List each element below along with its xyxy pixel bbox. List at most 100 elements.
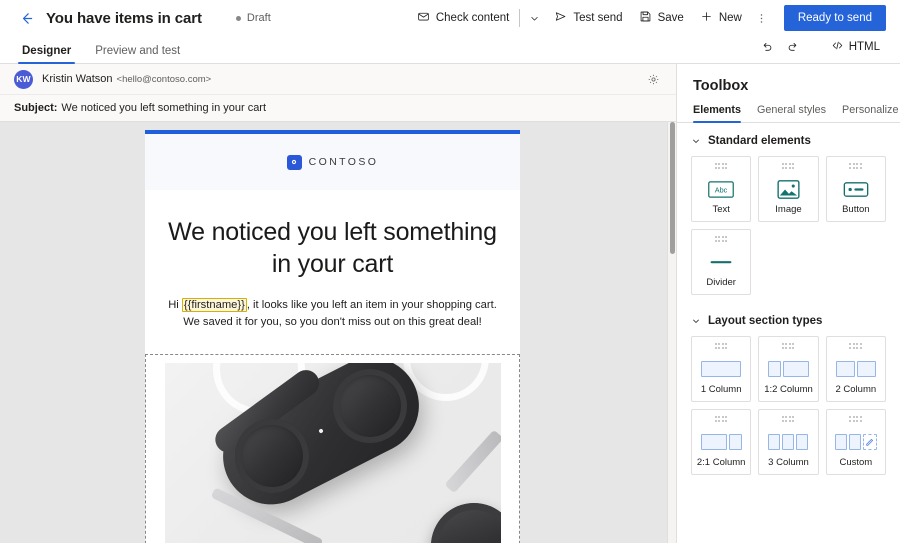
layout-card-3-column-label: 3 Column <box>768 456 809 468</box>
email-paragraph: Hi {{firstname}}, it looks like you left… <box>167 297 498 331</box>
test-send-label: Test send <box>573 12 623 24</box>
email-heading: We noticed you left something in your ca… <box>168 218 497 278</box>
drag-handle-icon[interactable] <box>781 416 795 422</box>
command-buttons: Check content Test send Save New Ready t… <box>409 4 886 32</box>
drag-handle-icon[interactable] <box>714 163 728 169</box>
new-button[interactable]: New <box>692 4 750 32</box>
plus-icon <box>700 10 713 26</box>
divider-icon <box>708 247 734 278</box>
product-image[interactable] <box>164 363 501 543</box>
tab-preview-and-test[interactable]: Preview and test <box>93 45 182 63</box>
status-dot-icon <box>235 15 241 21</box>
canvas-scrollbar-thumb[interactable] <box>670 122 675 254</box>
sender-name: Kristin Watson <box>42 73 113 85</box>
workspace: KW Kristin Watson <hello@contoso.com> Su… <box>0 64 900 543</box>
tab-personalize-label: Personalize <box>842 104 899 116</box>
toolbox-tabs: Elements General styles Personalize <box>677 104 900 123</box>
redo-icon[interactable] <box>781 34 805 60</box>
drag-handle-icon[interactable] <box>849 163 862 169</box>
email-designer-app: You have items in cart Draft Check conte… <box>0 0 900 543</box>
element-card-button[interactable]: Button <box>825 156 886 222</box>
tab-general-styles[interactable]: General styles <box>757 104 826 122</box>
element-card-button-label: Button <box>842 203 870 215</box>
top-command-bar: You have items in cart Draft Check conte… <box>0 0 900 36</box>
avatar: KW <box>14 69 33 89</box>
status-badge: Draft <box>235 12 271 24</box>
personalization-token[interactable]: {{firstname}} <box>181 298 247 312</box>
email-image-section[interactable] <box>145 354 520 543</box>
code-icon <box>831 39 844 55</box>
element-card-image[interactable]: Image <box>758 156 819 222</box>
standard-elements-section: Standard elements Abc Text Image Button … <box>677 123 900 295</box>
drag-handle-icon[interactable] <box>849 416 862 422</box>
chevron-down-icon <box>691 136 701 146</box>
save-button[interactable]: Save <box>631 4 692 32</box>
html-view-button[interactable]: HTML <box>825 37 886 57</box>
drag-handle-icon[interactable] <box>781 343 795 349</box>
layout-card-1-column-label: 1 Column <box>700 383 742 395</box>
layout-card-2-1-column-label: 2:1 Column <box>696 456 746 468</box>
toolbox-title: Toolbox <box>693 78 749 94</box>
canvas-scrollbar[interactable] <box>667 122 676 543</box>
drag-handle-icon[interactable] <box>714 236 728 242</box>
layout-sections-header[interactable]: Layout section types <box>691 315 886 327</box>
layout-card-custom[interactable]: Custom <box>825 409 886 475</box>
layout-card-1-2-column[interactable]: 1:2 Column <box>758 336 819 402</box>
standard-elements-header[interactable]: Standard elements <box>691 135 886 147</box>
chevron-down-icon[interactable] <box>522 5 546 31</box>
subject-value: We noticed you left something in your ca… <box>61 102 267 114</box>
layout-card-2-1-column[interactable]: 2:1 Column <box>691 409 752 475</box>
layout-1-2col-icon <box>767 354 809 385</box>
send-icon <box>554 10 567 26</box>
email-logo-section[interactable]: CONTOSO <box>145 134 520 190</box>
test-send-button[interactable]: Test send <box>546 4 630 32</box>
image-icon <box>777 174 800 205</box>
tab-designer[interactable]: Designer <box>17 45 76 64</box>
email-document[interactable]: CONTOSO We noticed you left something in… <box>145 130 520 543</box>
element-card-text[interactable]: Abc Text <box>691 156 752 222</box>
element-card-divider[interactable]: Divider <box>691 229 752 295</box>
save-icon <box>639 10 652 26</box>
layout-1col-icon <box>701 354 742 385</box>
ready-to-send-button[interactable]: Ready to send <box>783 5 886 31</box>
button-icon <box>843 174 869 205</box>
drag-handle-icon[interactable] <box>714 416 728 422</box>
layout-card-3-column[interactable]: 3 Column <box>758 409 819 475</box>
page-title: You have items in cart <box>46 9 202 27</box>
layout-card-custom-label: Custom <box>839 456 873 468</box>
drag-handle-icon[interactable] <box>781 163 795 169</box>
status-label: Draft <box>246 12 271 24</box>
layout-card-2-column[interactable]: 2 Column <box>825 336 886 402</box>
save-label: Save <box>657 12 684 24</box>
drag-handle-icon[interactable] <box>849 343 862 349</box>
email-text-section[interactable]: We noticed you left something in your ca… <box>145 190 520 350</box>
envelope-check-icon <box>417 10 430 26</box>
greeting-prefix: Hi <box>168 299 182 311</box>
text-abc-icon: Abc <box>708 174 735 205</box>
tab-elements[interactable]: Elements <box>693 104 742 123</box>
sender-row: KW Kristin Watson <hello@contoso.com> <box>0 64 676 94</box>
check-content-button[interactable]: Check content <box>409 4 518 32</box>
editor-actions: HTML <box>755 34 886 63</box>
email-editor-pane: KW Kristin Watson <hello@contoso.com> Su… <box>0 64 676 543</box>
subject-label: Subject: <box>14 102 58 114</box>
layout-sections-section: Layout section types 1 Column 1:2 Column… <box>677 295 900 475</box>
layout-sections-title: Layout section types <box>708 315 823 327</box>
new-label: New <box>718 12 742 24</box>
brand-name: CONTOSO <box>308 156 379 168</box>
subject-row[interactable]: Subject: We noticed you left something i… <box>0 94 676 122</box>
arrow-left-icon[interactable] <box>16 8 36 28</box>
drag-handle-icon[interactable] <box>714 343 728 349</box>
undo-icon[interactable] <box>755 34 779 60</box>
tab-designer-label: Designer <box>22 45 72 57</box>
toolbox-panel: Toolbox Elements General styles Personal… <box>676 64 900 543</box>
more-vertical-icon[interactable] <box>750 5 774 31</box>
layout-custom-icon <box>834 427 877 458</box>
chevron-down-icon <box>691 316 701 326</box>
layout-2col-icon <box>835 354 876 385</box>
element-card-image-label: Image <box>775 203 802 215</box>
command-divider <box>519 9 521 27</box>
gear-icon[interactable] <box>644 70 662 88</box>
layout-card-1-column[interactable]: 1 Column <box>691 336 752 402</box>
tab-personalize[interactable]: Personalize <box>842 104 898 122</box>
